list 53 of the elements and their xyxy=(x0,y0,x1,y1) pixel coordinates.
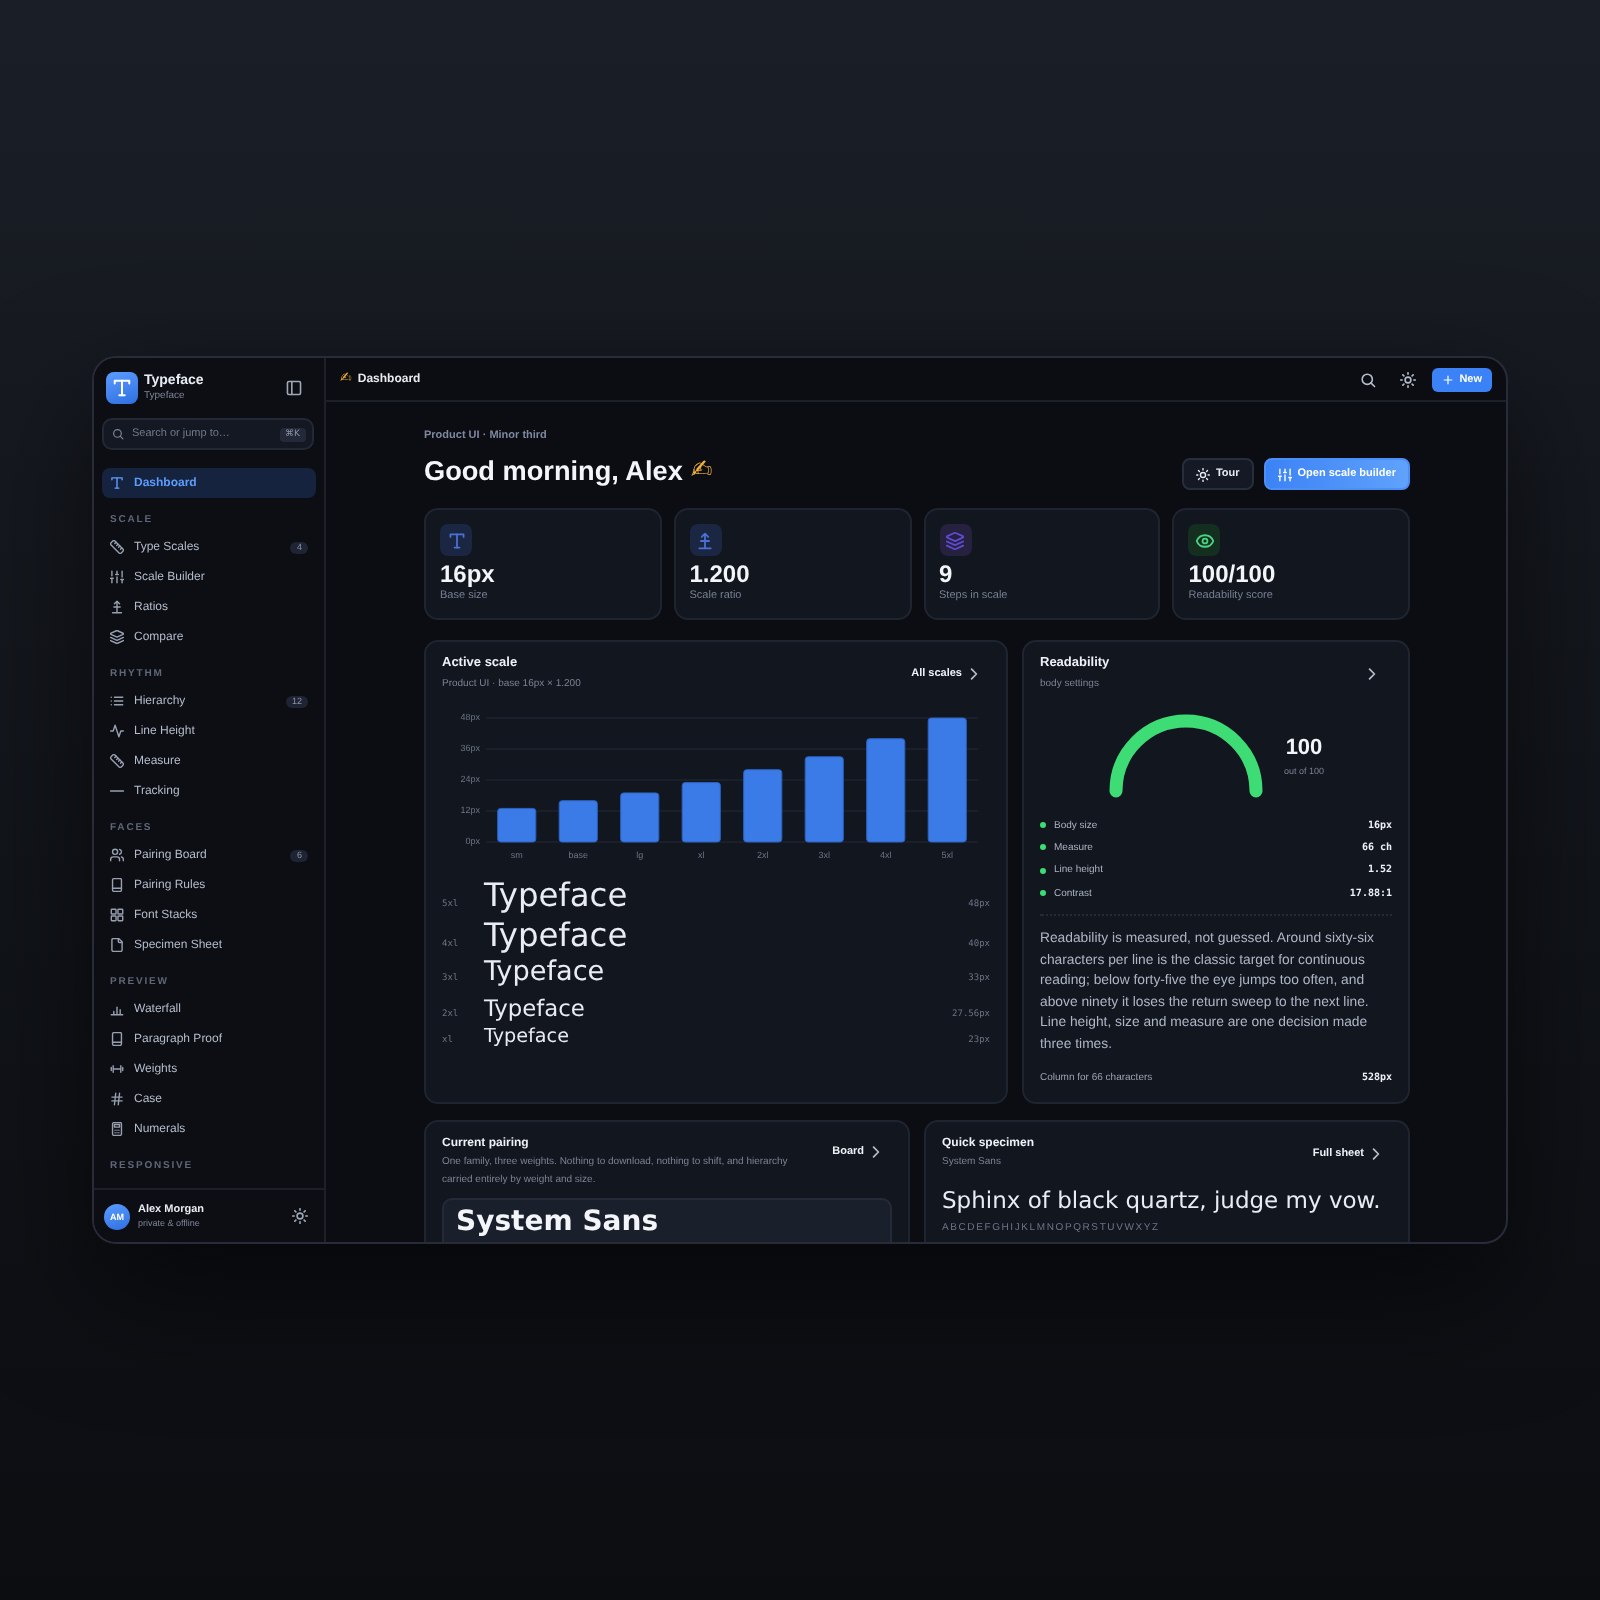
type-sample: Typeface xyxy=(484,876,628,916)
sun-icon xyxy=(1195,467,1210,481)
chevron-right-icon xyxy=(870,1146,882,1159)
type-sample: Typeface xyxy=(484,992,585,1024)
sun-icon[interactable] xyxy=(292,1208,308,1224)
arrow-up-icon xyxy=(110,600,124,614)
chevron-right-icon xyxy=(1370,1148,1382,1161)
plus-icon xyxy=(1441,373,1454,385)
type-sample: Typeface xyxy=(484,1024,569,1052)
sun-icon[interactable] xyxy=(1399,371,1416,387)
stat-value: 9 xyxy=(939,560,955,588)
stat-value: 1.200 xyxy=(689,560,752,588)
grid-icon xyxy=(110,908,124,922)
ruler-icon xyxy=(110,754,124,768)
book-icon xyxy=(110,1032,124,1046)
score-value: 100 xyxy=(1285,735,1323,759)
chart-bar xyxy=(866,738,906,843)
pangram-text: Sphinx of black quartz, judge my vow. xyxy=(942,1186,1383,1215)
panel-icon[interactable] xyxy=(286,380,302,396)
calculator-icon xyxy=(110,1122,124,1136)
list-icon xyxy=(110,694,124,708)
chart-bar xyxy=(681,782,721,843)
chevron-right-icon xyxy=(968,668,980,680)
chart-bar xyxy=(927,717,967,843)
pulse-icon xyxy=(110,724,124,738)
type-sample: Typeface xyxy=(484,954,605,992)
chart-bar xyxy=(804,756,844,843)
bar-chart-icon xyxy=(110,1002,124,1016)
sliders-icon xyxy=(110,570,124,584)
type-icon xyxy=(110,476,124,490)
hash-icon xyxy=(110,1092,124,1106)
chevron-right-icon[interactable] xyxy=(1366,668,1378,680)
type-sample: Typeface xyxy=(484,916,628,954)
ruler-icon xyxy=(110,540,124,554)
stat-value: 100/100 xyxy=(1188,560,1278,588)
chart-bar xyxy=(558,800,598,843)
greeting-heading: Good morning, Alex xyxy=(424,454,683,490)
search-icon[interactable] xyxy=(1359,371,1376,387)
search-icon xyxy=(112,428,124,440)
chart-bar xyxy=(497,807,537,843)
dumbbell-icon xyxy=(110,1062,124,1076)
sliders-icon xyxy=(1277,467,1292,481)
stat-value: 16px xyxy=(440,560,497,588)
chart-bar xyxy=(620,792,660,843)
chart-bar xyxy=(743,769,783,843)
logo-icon xyxy=(106,372,138,404)
font-sample: System Sans xyxy=(456,1206,661,1239)
book-icon xyxy=(110,878,124,892)
file-icon xyxy=(110,938,124,952)
layers-icon xyxy=(110,630,124,644)
minus-icon xyxy=(110,784,124,798)
users-icon xyxy=(110,848,124,862)
writing-hand-icon: ✍ xyxy=(690,458,713,484)
